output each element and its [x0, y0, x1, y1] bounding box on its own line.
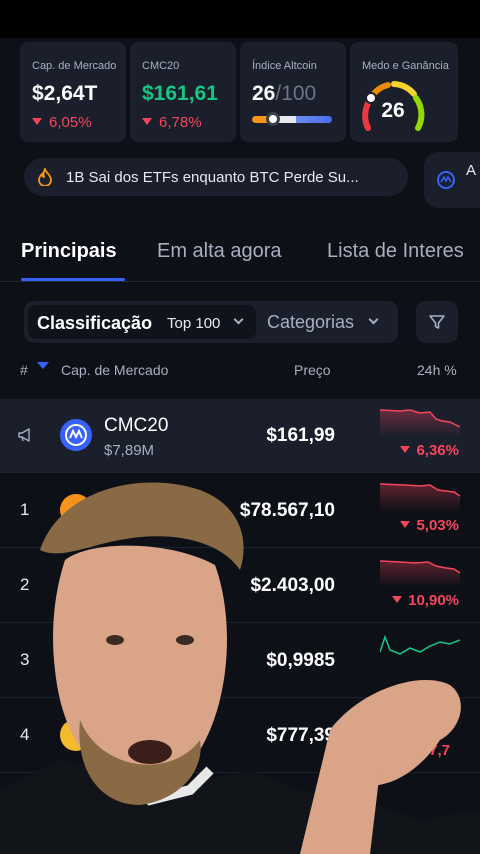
active-tab-indicator	[21, 278, 125, 281]
altcoin-index-bar	[252, 112, 332, 126]
table-row[interactable]: 4 $777,39 7,7	[0, 699, 480, 773]
coin-change: 6,36%	[400, 442, 459, 459]
sparkline	[380, 634, 460, 655]
market-cap-value: $2,64T	[32, 82, 98, 105]
news-headline: 1B Sai dos ETFs enquanto BTC Perde Su...	[66, 169, 359, 186]
table-header: # Cap. de Mercado Preço 24h %	[0, 362, 480, 382]
filter-button[interactable]	[416, 301, 458, 343]
coin-change: 7,7	[413, 742, 450, 759]
bitcoin-icon	[60, 494, 92, 526]
table-row[interactable]: 1 $78.567,10 5,03%	[0, 474, 480, 548]
news-headline-2: A re	[466, 162, 480, 179]
fear-greed-value: 26	[381, 99, 405, 122]
down-arrow-icon	[142, 118, 152, 125]
altcoin-index-value: 26/100	[252, 82, 317, 105]
table-row[interactable]: CMC20 $7,89M $161,99 6,36%	[0, 399, 480, 473]
sort-desc-icon[interactable]	[37, 362, 49, 369]
coin-change: 10,90%	[392, 592, 459, 609]
tab-em-alta[interactable]: Em alta agora	[157, 240, 282, 263]
ranking-dropdown[interactable]: Classificação Top 100	[28, 305, 256, 339]
down-arrow-icon	[400, 521, 411, 528]
fear-greed-card[interactable]: Medo e Ganância 26	[350, 42, 458, 142]
header-rank[interactable]: #	[20, 362, 28, 378]
cmc20-value: $161,61	[142, 82, 218, 105]
cmc20-card[interactable]: CMC20 $161,61 6,78%	[130, 42, 236, 142]
bnb-icon	[60, 719, 92, 751]
market-cap-change: 6,05%	[32, 114, 92, 131]
news-pill[interactable]: 1B Sai dos ETFs enquanto BTC Perde Su...	[24, 158, 408, 196]
chevron-down-icon	[368, 314, 379, 325]
filter-row: Classificação Top 100 Categorias	[24, 301, 398, 343]
down-arrow-icon	[32, 118, 42, 125]
altcoin-index-knob	[265, 112, 280, 126]
coin-price: $0,9985	[266, 650, 335, 671]
sparkline	[380, 409, 460, 437]
coin-rank: 4	[20, 725, 30, 744]
down-arrow-icon	[392, 596, 403, 603]
chevron-down-icon	[233, 314, 244, 325]
market-cap-label: Cap. de Mercado	[32, 60, 117, 72]
header-market-cap[interactable]: Cap. de Mercado	[61, 362, 168, 378]
down-arrow-icon	[400, 446, 411, 453]
table-row[interactable]: 2 $2.403,00 10,90%	[0, 549, 480, 623]
coin-rank: 2	[20, 575, 30, 594]
coin-price: $777,39	[266, 725, 335, 746]
header-24h[interactable]: 24h %	[417, 362, 457, 378]
market-stats: Cap. de Mercado $2,64T 6,05% CMC20 $161,…	[20, 42, 480, 142]
table-row[interactable]: 3 $0,9985	[0, 624, 480, 698]
tab-principais[interactable]: Principais	[21, 240, 117, 263]
market-cap-card[interactable]: Cap. de Mercado $2,64T 6,05%	[20, 42, 126, 142]
sparkline	[380, 483, 460, 512]
down-arrow-icon	[413, 746, 424, 753]
ethereum-icon	[60, 569, 92, 601]
cmc20-change: 6,78%	[142, 114, 202, 131]
altcoin-index-card[interactable]: Índice Altcoin 26/100	[240, 42, 346, 142]
megaphone-icon	[18, 428, 30, 442]
ranking-label: Classificação	[37, 313, 153, 333]
coinmarketcap-icon	[437, 171, 455, 189]
altcoin-index-label: Índice Altcoin	[252, 60, 317, 72]
header-price[interactable]: Preço	[294, 362, 331, 378]
coin-market-cap: $7,89M	[104, 442, 155, 459]
fire-icon	[38, 168, 52, 186]
news-pill-2[interactable]: A re	[424, 152, 480, 208]
cmc20-label: CMC20	[142, 60, 180, 72]
coin-name: CMC20	[104, 415, 169, 436]
coin-change: 5,03%	[400, 517, 459, 534]
coin-rank: 3	[20, 650, 30, 669]
coin-price: $161,99	[266, 425, 335, 446]
cmc20-icon	[60, 419, 92, 451]
tab-bar: Principais Em alta agora Lista de Intere…	[0, 234, 480, 282]
fear-greed-label: Medo e Ganância	[362, 60, 449, 72]
categories-dropdown[interactable]: Categorias	[267, 312, 354, 333]
status-bar	[0, 0, 480, 38]
crypto-app: Cap. de Mercado $2,64T 6,05% CMC20 $161,…	[0, 38, 480, 854]
coin-price: $2.403,00	[250, 575, 335, 596]
coin-rank: 1	[20, 500, 30, 519]
filter-funnel-icon	[429, 315, 445, 329]
sparkline	[380, 560, 460, 587]
ranking-value: Top 100	[167, 315, 221, 332]
coin-price: $78.567,10	[239, 500, 335, 521]
stablecoin-icon	[60, 644, 92, 676]
tab-lista-interesse[interactable]: Lista de Interes	[327, 240, 464, 263]
